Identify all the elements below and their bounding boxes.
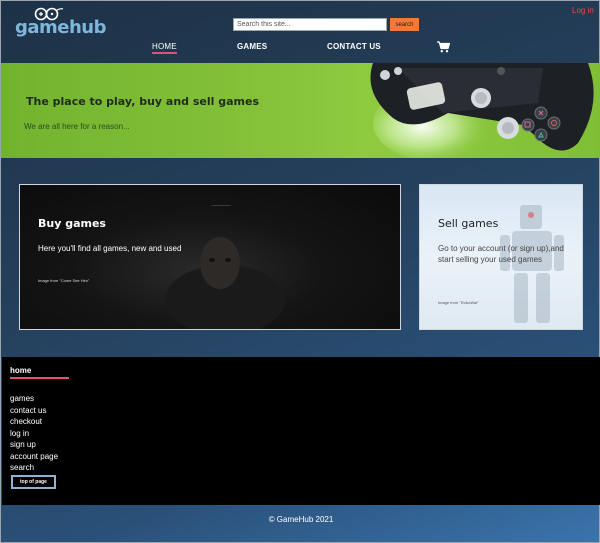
copyright-text: © GameHub 2021 — [268, 515, 334, 524]
nav-item-contact-us[interactable]: CONTACT US — [327, 42, 381, 51]
buy-games-image-credit: Image from "Come See Him" — [38, 278, 90, 283]
search-input[interactable] — [233, 18, 387, 31]
hero-banner: The place to play, buy and sell games We… — [1, 63, 600, 158]
login-link[interactable]: Log in — [572, 6, 594, 15]
footer-nav: home games contact us checkout log in si… — [2, 357, 600, 505]
hero-title: The place to play, buy and sell games — [26, 95, 260, 108]
top-of-page-button[interactable]: top of page — [11, 475, 56, 489]
logo-text: gamehub — [15, 17, 107, 38]
footer-active-underline — [10, 377, 69, 379]
search-button[interactable]: search — [390, 18, 419, 31]
footer-link-home[interactable]: home — [10, 366, 31, 375]
hero-subtitle: We are all here for a reason... — [24, 122, 130, 131]
nav-active-underline — [152, 52, 177, 54]
sell-games-title: Sell games — [438, 217, 499, 230]
nav-item-games[interactable]: GAMES — [237, 42, 267, 51]
sell-games-card[interactable]: Sell games Go to your account (or sign u… — [419, 184, 583, 330]
page: gamehub search Log in HOME GAMES CONTACT… — [0, 0, 600, 543]
gamepad-controller-image — [370, 63, 594, 158]
logo[interactable]: gamehub — [15, 7, 107, 38]
buy-card-background-image — [165, 205, 285, 329]
sell-games-text: Go to your account (or sign up),and star… — [438, 244, 564, 264]
footer-link-list: games contact us checkout log in sign up… — [10, 388, 58, 472]
buy-games-card[interactable]: Buy games Here you'll find all games, ne… — [19, 184, 401, 330]
shopping-cart-icon[interactable] — [437, 41, 450, 53]
buy-games-title: Buy games — [38, 217, 106, 230]
buy-games-text: Here you'll find all games, new and used — [38, 244, 182, 253]
main-nav: HOME GAMES CONTACT US — [1, 42, 600, 56]
footer-link-search[interactable]: search — [10, 463, 34, 472]
nav-item-home[interactable]: HOME — [152, 42, 177, 51]
header: gamehub search Log in HOME GAMES CONTACT… — [1, 1, 600, 63]
sell-games-image-credit: Image from "RoboWar" — [438, 300, 479, 305]
